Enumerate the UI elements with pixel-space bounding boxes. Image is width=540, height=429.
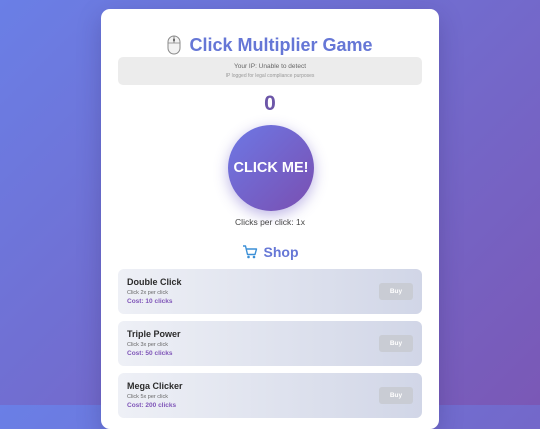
- shop-item-double-click: Double Click Click 2x per click Cost: 10…: [118, 269, 422, 314]
- shopping-cart-icon: [242, 244, 258, 260]
- buy-triple-power-button[interactable]: Buy: [379, 335, 413, 352]
- game-card: Click Multiplier Game Your IP: Unable to…: [101, 9, 439, 429]
- score-counter: 0: [264, 92, 276, 115]
- shop-title: Shop: [101, 241, 439, 263]
- game-title-text: Click Multiplier Game: [189, 34, 373, 55]
- buy-double-click-button[interactable]: Buy: [379, 283, 413, 300]
- shop-item-name: Mega Clicker: [127, 381, 183, 391]
- shop-item-name: Triple Power: [127, 329, 181, 339]
- shop-item-cost: Cost: 10 clicks: [127, 298, 173, 305]
- clicks-per-click-label: Clicks per click: 1x: [235, 217, 305, 227]
- shop-item-desc: Click 2x per click: [127, 290, 168, 296]
- click-me-button[interactable]: CLICK ME!: [228, 125, 314, 211]
- shop-item-desc: Click 3x per click: [127, 342, 168, 348]
- shop-item-cost: Cost: 200 clicks: [127, 402, 177, 409]
- ip-status-text: Your IP: Unable to detect: [233, 63, 307, 70]
- mouse-icon: [167, 35, 181, 55]
- ip-legal-note: IP logged for legal compliance purposes: [225, 73, 315, 79]
- ip-notice: Your IP: Unable to detect IP logged for …: [118, 57, 422, 85]
- shop-item-mega-clicker: Mega Clicker Click 5x per click Cost: 20…: [118, 373, 422, 418]
- game-title: Click Multiplier Game: [101, 33, 439, 57]
- shop-item-triple-power: Triple Power Click 3x per click Cost: 50…: [118, 321, 422, 366]
- shop-item-name: Double Click: [127, 277, 182, 287]
- buy-mega-clicker-button[interactable]: Buy: [379, 387, 413, 404]
- shop-item-cost: Cost: 50 clicks: [127, 350, 173, 357]
- shop-title-text: Shop: [263, 244, 299, 260]
- shop-item-desc: Click 5x per click: [127, 394, 168, 400]
